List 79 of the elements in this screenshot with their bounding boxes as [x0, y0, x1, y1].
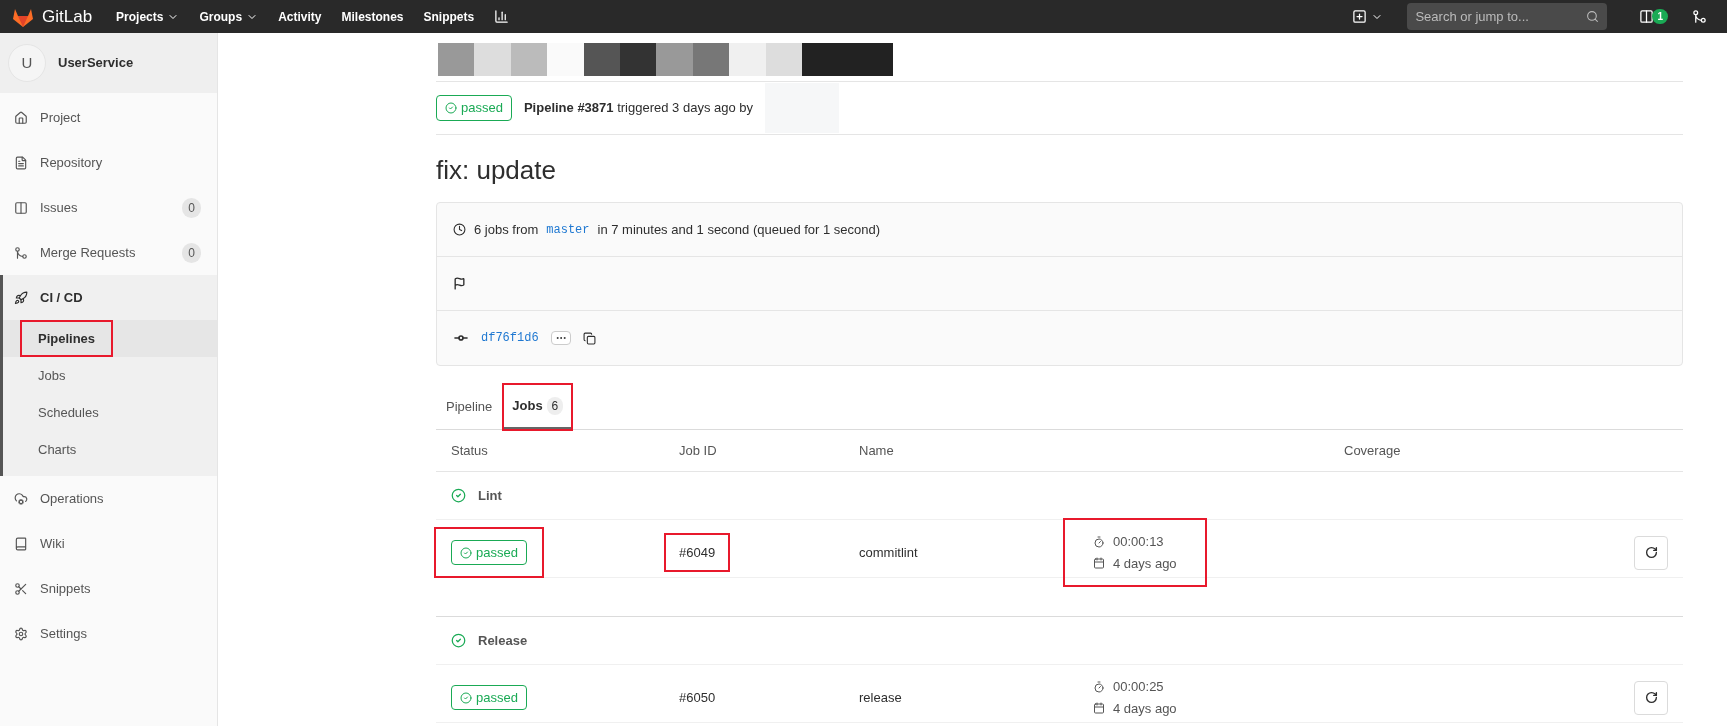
project-name: UserService — [58, 54, 134, 73]
clock-icon — [453, 223, 466, 236]
jobs-summary: 6 jobs from — [474, 220, 539, 239]
duration-text: in 7 minutes and 1 second (queued for 1 second) — [597, 220, 881, 239]
sidebar-item[interactable]: Snippets — [0, 566, 217, 611]
project-header[interactable]: U UserService — [0, 33, 217, 93]
nav-menu-item[interactable]: Milestones — [341, 7, 404, 26]
plus-square-icon — [1352, 9, 1368, 24]
stage-name: Release — [478, 631, 528, 650]
document-icon — [14, 155, 28, 170]
sidebar-item[interactable]: Repository — [0, 140, 217, 185]
column-header: Name — [859, 441, 894, 460]
rocket-icon — [14, 290, 28, 305]
job-id-link[interactable]: #6050 — [666, 679, 729, 716]
column-header: Status — [451, 441, 488, 460]
retry-icon — [1644, 546, 1658, 559]
expand-button[interactable] — [550, 331, 571, 345]
job-finished-time: 4 days ago — [1113, 699, 1177, 718]
retry-icon — [1644, 691, 1658, 704]
project-avatar: U — [8, 44, 46, 82]
tab[interactable]: Pipeline — [438, 385, 501, 429]
timer-icon — [1093, 680, 1105, 693]
check-circle-icon — [451, 633, 466, 648]
commit-title: fix: update — [436, 154, 557, 187]
job-finished-time: 4 days ago — [1113, 554, 1177, 573]
column-header: Coverage — [1344, 441, 1401, 460]
cloud-gear-icon — [14, 491, 28, 506]
column-header: Job ID — [679, 441, 717, 460]
nav-menu-item[interactable]: Activity — [278, 7, 322, 26]
flag-icon — [453, 277, 466, 290]
todo-count-badge: 1 — [1652, 9, 1668, 24]
pipeline-summary: Pipeline #3871 triggered 3 days ago by — [523, 99, 754, 118]
count-badge: 0 — [182, 197, 201, 218]
copy-icon[interactable] — [582, 331, 596, 345]
nav-menu-item[interactable]: Groups — [199, 7, 259, 26]
count-badge: 0 — [182, 242, 201, 263]
sidebar-item[interactable]: Settings — [0, 611, 217, 656]
job-name: release — [859, 688, 902, 707]
sidebar-subitem[interactable]: Jobs — [22, 358, 82, 393]
check-circle-icon — [460, 546, 472, 559]
tab[interactable]: Jobs 6 — [504, 385, 572, 429]
chart-icon[interactable] — [494, 9, 510, 24]
nav-menu-item[interactable]: Projects — [116, 7, 180, 26]
sidebar-item[interactable]: Wiki — [0, 521, 217, 566]
job-id-link[interactable]: #6049 — [666, 534, 729, 571]
scissors-icon — [14, 581, 28, 596]
job-duration: 00:00:25 — [1113, 678, 1164, 696]
commit-sha-link[interactable]: df76f1d6 — [481, 329, 539, 347]
retry-button[interactable] — [1634, 535, 1668, 570]
new-item-button[interactable] — [1352, 9, 1384, 24]
search-icon — [1586, 10, 1600, 23]
job-name: commitlint — [859, 543, 918, 562]
sidebar-item[interactable]: Project — [0, 95, 217, 140]
calendar-icon — [1093, 702, 1105, 715]
home-icon — [14, 110, 28, 125]
timer-icon — [1093, 535, 1105, 548]
sidebar-subitem[interactable]: Schedules — [22, 395, 115, 430]
sidebar-item[interactable]: Issues 0 — [0, 185, 217, 230]
branch-link[interactable]: master — [546, 220, 590, 239]
sidebar-item[interactable]: Operations — [0, 476, 217, 521]
nav-menu-item[interactable]: Snippets — [423, 7, 475, 26]
count-badge: 6 — [546, 397, 564, 415]
check-circle-icon — [460, 691, 472, 704]
sidebar-subitem[interactable]: Charts — [22, 432, 93, 467]
merge-request-icon[interactable] — [1692, 9, 1707, 24]
search-field[interactable]: Search or jump to... — [1407, 3, 1608, 30]
stage-name: Lint — [478, 486, 502, 505]
sidebar-item[interactable]: Merge Requests 0 — [0, 230, 217, 275]
settings-icon — [14, 626, 28, 641]
check-circle-icon — [451, 488, 466, 503]
calendar-icon — [1093, 557, 1105, 570]
issues-icon — [14, 200, 28, 215]
book-icon — [14, 536, 28, 551]
retry-button[interactable] — [1634, 680, 1668, 715]
check-circle-icon — [445, 102, 457, 114]
merge-request-icon — [14, 245, 28, 260]
logo-text[interactable]: GitLab — [42, 3, 93, 30]
job-duration: 00:00:13 — [1113, 533, 1164, 551]
sidebar-item[interactable]: CI / CD — [3, 275, 217, 320]
